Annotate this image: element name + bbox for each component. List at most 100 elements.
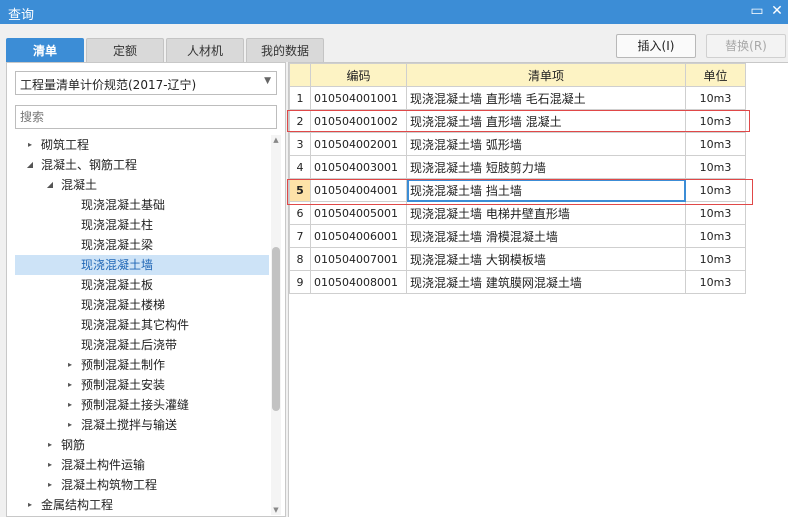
row-number[interactable]: 2	[289, 109, 311, 133]
tree-scrollbar[interactable]: ▲ ▼	[271, 135, 281, 515]
row-number[interactable]: 3	[289, 132, 311, 156]
tree-item[interactable]: ▸ 砌筑工程	[15, 135, 269, 155]
caret-expanded-icon[interactable]: ◢	[45, 175, 55, 195]
caret-expanded-icon[interactable]: ◢	[25, 155, 35, 175]
caret-collapsed-icon[interactable]: ▸	[25, 495, 35, 515]
cell-unit[interactable]: 10m3	[685, 247, 746, 271]
cell-code[interactable]: 010504008001	[310, 270, 407, 294]
tree-item-label: 混凝土构件运输	[61, 458, 146, 472]
cell-name[interactable]: 现浇混凝土墙 电梯井壁直形墙	[406, 201, 686, 225]
category-tree: ▸ 砌筑工程 ◢ 混凝土、钢筋工程 ◢ 混凝土 现浇混凝土基础 现浇混凝土柱 现浇混凝土梁 现浇混…	[15, 135, 269, 515]
tree-item[interactable]: ▸ 混凝土构筑物工程	[15, 475, 269, 495]
cell-name[interactable]: 现浇混凝土墙 滑模混凝土墙	[406, 224, 686, 248]
cell-name[interactable]: 现浇混凝土墙 直形墙 混凝土	[406, 109, 686, 133]
tree-item[interactable]: ▸ 金属结构工程	[15, 495, 269, 515]
cell-unit[interactable]: 10m3	[685, 270, 746, 294]
row-number[interactable]: 6	[289, 201, 311, 225]
caret-collapsed-icon[interactable]: ▸	[45, 435, 55, 455]
tree-item[interactable]: 现浇混凝土梁	[15, 235, 269, 255]
caret-collapsed-icon[interactable]: ▸	[65, 375, 75, 395]
row-number[interactable]: 1	[289, 86, 311, 110]
close-icon[interactable]: ✕	[768, 2, 786, 20]
cell-code[interactable]: 010504005001	[310, 201, 407, 225]
row-number[interactable]: 8	[289, 247, 311, 271]
tree-item[interactable]: 现浇混凝土楼梯	[15, 295, 269, 315]
row-number[interactable]: 4	[289, 155, 311, 179]
table-row[interactable]: 6 010504005001 现浇混凝土墙 电梯井壁直形墙 10m3	[289, 201, 746, 225]
tree-item[interactable]: ▸ 预制混凝土安装	[15, 375, 269, 395]
replace-button[interactable]: 替换(R)	[706, 34, 786, 58]
caret-collapsed-icon[interactable]: ▸	[65, 415, 75, 435]
caret-collapsed-icon[interactable]: ▸	[65, 355, 75, 375]
tree-item[interactable]: 现浇混凝土基础	[15, 195, 269, 215]
cell-code[interactable]: 010504001002	[310, 109, 407, 133]
cell-name[interactable]: 现浇混凝土墙 直形墙 毛石混凝土	[406, 86, 686, 110]
tree-item[interactable]: ▸ 钢筋	[15, 435, 269, 455]
tree-item-label: 现浇混凝土楼梯	[81, 298, 166, 312]
spec-select-value: 工程量清单计价规范(2017-辽宁)	[20, 78, 197, 92]
results-panel: 编码 清单项 单位 1 010504001001 现浇混凝土墙 直形墙 毛石混凝土 1…	[287, 62, 788, 517]
tab-labor-material[interactable]: 人材机	[166, 38, 244, 62]
tree-item[interactable]: ◢ 混凝土、钢筋工程	[15, 155, 269, 175]
results-table: 编码 清单项 单位 1 010504001001 现浇混凝土墙 直形墙 毛石混凝土 1…	[289, 63, 746, 294]
cell-code[interactable]: 010504007001	[310, 247, 407, 271]
cell-unit[interactable]: 10m3	[685, 109, 746, 133]
cell-name[interactable]: 现浇混凝土墙 大钢模板墙	[406, 247, 686, 271]
tree-item[interactable]: 现浇混凝土其它构件	[15, 315, 269, 335]
header-rownum	[289, 63, 311, 87]
tree-item[interactable]: ▸ 混凝土构件运输	[15, 455, 269, 475]
tab-quota[interactable]: 定额	[86, 38, 164, 62]
restore-icon[interactable]: ▭	[748, 2, 766, 20]
table-row[interactable]: 9 010504008001 现浇混凝土墙 建筑膜网混凝土墙 10m3	[289, 270, 746, 294]
caret-collapsed-icon[interactable]: ▸	[45, 455, 55, 475]
cell-name[interactable]: 现浇混凝土墙 建筑膜网混凝土墙	[406, 270, 686, 294]
cell-code[interactable]: 010504002001	[310, 132, 407, 156]
cell-unit[interactable]: 10m3	[685, 86, 746, 110]
cell-name[interactable]: 现浇混凝土墙 弧形墙	[406, 132, 686, 156]
cell-code[interactable]: 010504001001	[310, 86, 407, 110]
tree-item[interactable]: 现浇混凝土后浇带	[15, 335, 269, 355]
caret-collapsed-icon[interactable]: ▸	[65, 395, 75, 415]
insert-button[interactable]: 插入(I)	[616, 34, 696, 58]
table-row[interactable]: 3 010504002001 现浇混凝土墙 弧形墙 10m3	[289, 132, 746, 156]
scroll-down-icon[interactable]: ▼	[271, 505, 281, 515]
search-input[interactable]	[15, 105, 277, 129]
row-number[interactable]: 9	[289, 270, 311, 294]
cell-unit[interactable]: 10m3	[685, 132, 746, 156]
cell-name[interactable]: 现浇混凝土墙 短肢剪力墙	[406, 155, 686, 179]
cell-unit[interactable]: 10m3	[685, 178, 746, 202]
cell-unit[interactable]: 10m3	[685, 155, 746, 179]
cell-name[interactable]: 现浇混凝土墙 挡土墙	[406, 178, 686, 202]
tab-my-data[interactable]: 我的数据	[246, 38, 324, 62]
tree-item[interactable]: 现浇混凝土柱	[15, 215, 269, 235]
tree-item-label: 预制混凝土安装	[81, 378, 166, 392]
tree-item[interactable]: ▸ 预制混凝土接头灌缝	[15, 395, 269, 415]
tree-item-label: 混凝土构筑物工程	[61, 478, 158, 492]
caret-collapsed-icon[interactable]: ▸	[25, 135, 35, 155]
cell-code[interactable]: 010504004001	[310, 178, 407, 202]
scroll-thumb[interactable]	[272, 247, 280, 411]
cell-code[interactable]: 010504003001	[310, 155, 407, 179]
caret-collapsed-icon[interactable]: ▸	[45, 475, 55, 495]
tree-item-label: 砌筑工程	[41, 138, 90, 152]
tree-item[interactable]: ▸ 混凝土搅拌与输送	[15, 415, 269, 435]
table-row[interactable]: 1 010504001001 现浇混凝土墙 直形墙 毛石混凝土 10m3	[289, 86, 746, 110]
cell-code[interactable]: 010504006001	[310, 224, 407, 248]
table-row[interactable]: 4 010504003001 现浇混凝土墙 短肢剪力墙 10m3	[289, 155, 746, 179]
left-panel: 工程量清单计价规范(2017-辽宁) ▼ ▸ 砌筑工程 ◢ 混凝土、钢筋工程 ◢ 混凝土现…	[6, 62, 286, 517]
tab-bill[interactable]: 清单	[6, 38, 84, 62]
row-number[interactable]: 5	[289, 178, 311, 202]
table-row[interactable]: 2 010504001002 现浇混凝土墙 直形墙 混凝土 10m3	[289, 109, 746, 133]
tree-item[interactable]: 现浇混凝土板	[15, 275, 269, 295]
table-row[interactable]: 8 010504007001 现浇混凝土墙 大钢模板墙 10m3	[289, 247, 746, 271]
table-row[interactable]: 5 010504004001 现浇混凝土墙 挡土墙 10m3	[289, 178, 746, 202]
tree-item[interactable]: 现浇混凝土墙	[15, 255, 269, 275]
cell-unit[interactable]: 10m3	[685, 224, 746, 248]
scroll-up-icon[interactable]: ▲	[271, 135, 281, 145]
cell-unit[interactable]: 10m3	[685, 201, 746, 225]
table-row[interactable]: 7 010504006001 现浇混凝土墙 滑模混凝土墙 10m3	[289, 224, 746, 248]
tree-item[interactable]: ◢ 混凝土	[15, 175, 269, 195]
row-number[interactable]: 7	[289, 224, 311, 248]
tree-item[interactable]: ▸ 预制混凝土制作	[15, 355, 269, 375]
spec-select[interactable]: 工程量清单计价规范(2017-辽宁) ▼	[15, 71, 277, 95]
